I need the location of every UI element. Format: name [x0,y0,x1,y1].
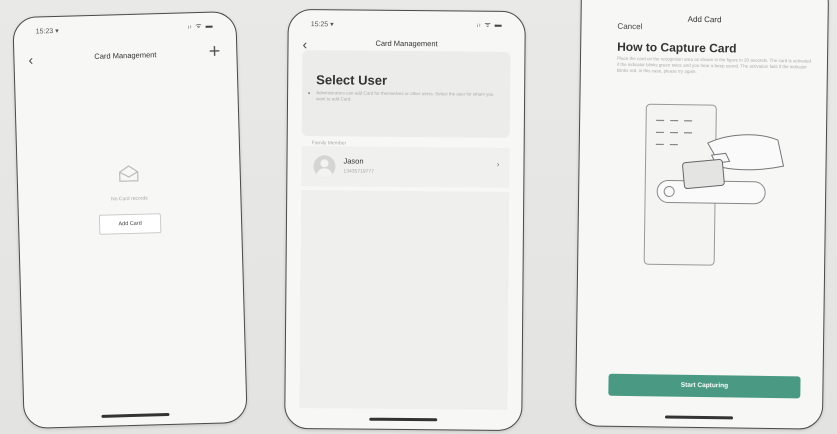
navbar: ‹ Card Management + [14,40,236,72]
empty-list-area [299,190,510,410]
page-title: Card Management [94,50,157,61]
bullet-dot [308,92,311,95]
status-icons: ᵢₗ ᯤ ▬ [187,22,214,31]
home-indicator [664,415,734,420]
avatar-icon [313,155,336,178]
status-icons: ᵢₗ ᯤ ▬ [477,21,503,29]
page-title: Card Management [375,38,438,49]
card-reader-illustration-icon [643,103,785,266]
phone-select-user: 15:25 ▾ ᵢₗ ᯤ ▬ ‹ Card Management Select … [284,8,526,432]
cancel-button[interactable]: Cancel [617,22,642,31]
add-icon[interactable]: + [208,40,220,63]
select-user-card: Select User Administrators can add Card … [301,50,511,138]
phone-add-card: Cancel Add Card How to Capture Card Plac… [574,0,830,430]
user-name: Jason [343,156,364,166]
user-row[interactable]: Jason 13435719777 › [301,146,510,188]
empty-envelope-icon [119,165,139,182]
phone-card-management-empty: 15:23 ▾ ᵢₗ ᯤ ▬ ‹ Card Management + No Ca… [12,10,248,430]
chevron-right-icon: › [496,159,500,169]
home-indicator [101,412,170,418]
empty-state: No Card records Add Card [18,162,242,237]
start-capturing-button[interactable]: Start Capturing [608,373,801,399]
status-time: 15:23 ▾ [35,27,59,36]
how-to-title: How to Capture Card [617,39,737,56]
select-user-description: Administrators can add Card for themselv… [316,90,494,102]
how-to-description: Place the card on the recognition area a… [616,55,812,74]
empty-text: No Card records [110,195,148,203]
user-phone: 13435719777 [343,168,375,175]
status-time: 15:25 ▾ [310,21,334,29]
select-user-title: Select User [316,72,388,88]
add-card-button[interactable]: Add Card [98,213,162,235]
home-indicator [369,417,438,422]
